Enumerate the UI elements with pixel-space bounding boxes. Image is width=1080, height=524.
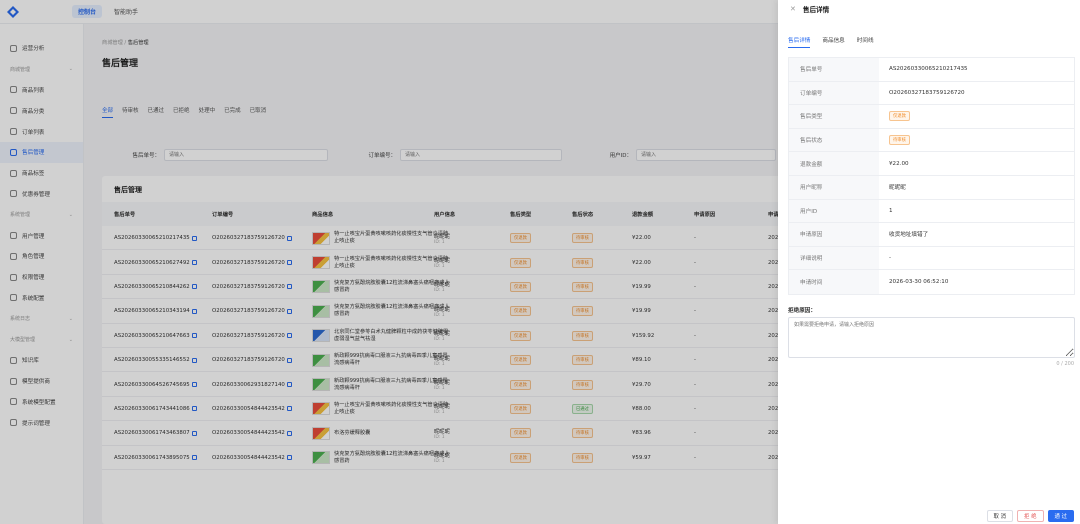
detail-value: -	[889, 255, 892, 262]
drawer-tab[interactable]: 售后详情	[788, 36, 811, 48]
detail-value: 昵昵昵	[889, 185, 906, 192]
drawer-tab[interactable]: 商品信息	[822, 36, 844, 48]
detail-key: 退款金额	[789, 152, 879, 175]
detail-value: 1	[889, 207, 893, 214]
detail-key: 售后类型	[789, 105, 879, 128]
detail-value: O20260327183759126720	[889, 89, 965, 96]
detail-row: 售后类型 仅退款	[789, 105, 1074, 129]
detail-badge: 仅退款	[889, 111, 910, 122]
detail-value: 2026-03-30 06:52:10	[889, 279, 949, 286]
detail-key: 售后状态	[789, 128, 879, 152]
detail-value: 待审核	[879, 129, 1074, 152]
reject-button[interactable]: 拒 绝	[1017, 510, 1044, 522]
detail-key: 申请原因	[789, 223, 879, 246]
detail-key: 订单编号	[789, 81, 879, 105]
close-icon[interactable]: ✕	[790, 5, 796, 13]
drawer-tabs: 售后详情 商品信息 时间线	[788, 36, 874, 48]
cancel-button[interactable]: 取 消	[986, 510, 1013, 522]
detail-row: 用户ID 1	[789, 199, 1074, 224]
drawer-tab[interactable]: 时间线	[857, 36, 874, 48]
detail-key: 用户ID	[789, 199, 879, 223]
reject-reason-textarea[interactable]	[788, 317, 1075, 358]
detail-value: 仅退款	[879, 105, 1074, 128]
detail-row: 订单编号 O20260327183759126720	[789, 81, 1074, 106]
detail-key: 详细说明	[789, 246, 879, 270]
detail-table: 售后单号 AS20260330065210217435 订单编号 O202603271…	[788, 57, 1075, 295]
detail-row: 售后状态 待审核	[789, 128, 1074, 153]
aftersale-detail-drawer: ✕ 售后详情 售后详情 商品信息 时间线 售后单号 AS202603300652102…	[778, 0, 1080, 524]
detail-row: 用户昵称 昵昵昵	[789, 175, 1074, 200]
drawer-title: 售后详情	[802, 6, 830, 14]
detail-row: 申请时间 2026-03-30 06:52:10	[789, 270, 1074, 294]
detail-value: 收货地址填错了	[889, 232, 929, 239]
drawer-header: ✕ 售后详情	[790, 4, 829, 14]
detail-badge: 待审核	[889, 135, 910, 146]
reject-reason-label: 拒绝原因：	[788, 308, 816, 314]
detail-row: 售后单号 AS20260330065210217435	[789, 58, 1074, 82]
detail-key: 用户昵称	[789, 175, 879, 199]
modal-overlay[interactable]	[0, 0, 778, 524]
detail-key: 申请时间	[789, 270, 879, 294]
drawer-footer: 取 消 拒 绝 通 过	[986, 510, 1074, 522]
detail-row: 申请原因 收货地址填错了	[789, 223, 1074, 247]
detail-value: ¥22.00	[889, 160, 909, 167]
detail-key: 售后单号	[789, 58, 879, 81]
reject-char-count: 0 / 200	[1056, 361, 1074, 367]
detail-value: AS20260330065210217435	[889, 66, 968, 73]
detail-row: 详细说明 -	[789, 246, 1074, 271]
approve-button[interactable]: 通 过	[1047, 510, 1074, 522]
detail-row: 退款金额 ¥22.00	[789, 152, 1074, 176]
